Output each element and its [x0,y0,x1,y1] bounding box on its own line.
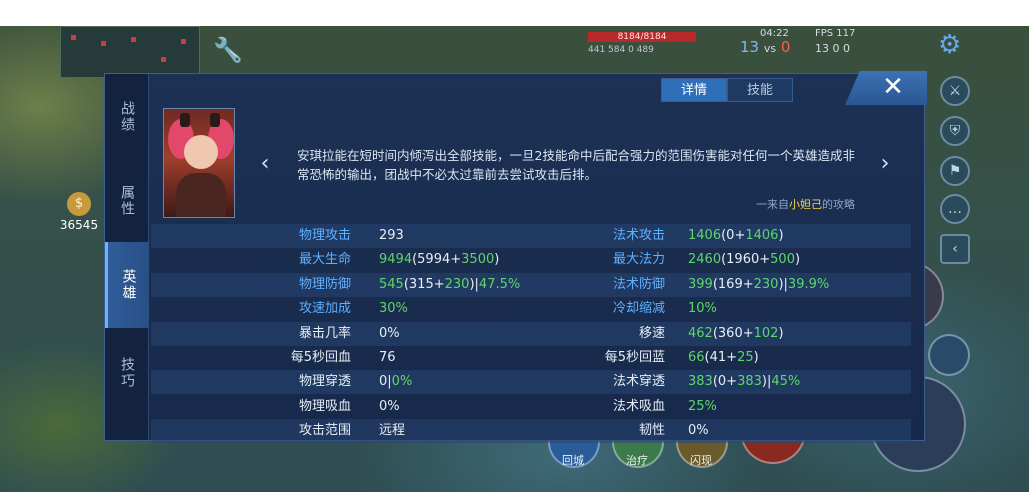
gold-value: 36545 [59,218,99,232]
stat-label: 攻速加成 [298,301,351,317]
kda-text: 441 584 0 489 [588,45,654,55]
minimap[interactable] [60,26,200,78]
tab-record[interactable]: 战绩 [105,74,149,160]
stat-value: 0% [688,423,709,439]
sword-icon[interactable]: ⚔ [940,76,970,106]
chat-icon[interactable]: … [940,194,970,224]
stat-label: 法术穿透 [612,374,665,390]
stat-value: 399(169+230)|39.9% [688,276,830,292]
guide-source: 一来自小妲己的攻略 [665,196,855,212]
stat-row: 物理吸血 0% 法术吸血 25% [151,395,911,419]
source-prefix: 一来自 [756,198,789,211]
hero-portrait [163,108,235,218]
score-left: 13 [740,38,760,56]
stat-value: 462(360+102) [688,325,784,341]
score-right: 0 [780,38,791,56]
chevron-left-icon[interactable]: ‹ [940,234,970,264]
minimap-marker [101,41,106,46]
stat-label: 移速 [638,325,665,341]
minimap-marker [71,35,76,40]
top-tab-bar: 详情 技能 [661,78,793,102]
stat-label: 物理防御 [298,276,351,292]
fps-counter: FPS 117 [815,28,856,39]
stat-row: 最大生命 9494(5994+3500) 最大法力 2460(1960+500) [151,248,911,272]
close-button[interactable]: ✕ [845,71,927,105]
tab-hero[interactable]: 英雄 [105,242,149,328]
recall-label: 回城 [562,454,584,467]
stat-row: 攻速加成 30% 冷却缩减 10% [151,297,911,321]
stat-row: 物理穿透 0|0% 法术穿透 383(0+383)|45% [151,370,911,395]
stat-value: 0|0% [379,374,413,390]
tab-tips[interactable]: 技巧 [105,330,149,416]
next-arrow-icon[interactable]: › [875,153,895,175]
stat-value: 0% [379,325,400,341]
stat-label: 物理穿透 [298,374,351,390]
flag-icon[interactable]: ⚑ [940,156,970,186]
stat-value: 293 [379,228,404,243]
heal-label: 治疗 [626,454,648,467]
gear-icon[interactable]: ⚙ [938,30,968,60]
stat-row: 物理攻击 293 法术攻击 1406(0+1406) [151,224,911,248]
wrench-icon[interactable]: 🔧 [213,36,243,66]
stat-value: 2460(1960+500) [688,252,801,268]
hero-description: 安琪拉能在短时间内倾泻出全部技能，一旦2技能命中后配合强力的范围伤害能对任何一个… [297,148,855,182]
stat-label: 物理攻击 [298,228,351,243]
flash-label: 闪现 [690,454,712,467]
stat-row: 暴击几率 0% 移速 462(360+102) [151,321,911,346]
score-vs: vs [763,42,777,55]
stat-value: 30% [379,301,408,317]
left-tab-bar: 战绩 属性 英雄 技巧 [105,74,149,440]
stat-value: 76 [379,350,396,365]
skill-button[interactable] [928,334,970,376]
minimap-marker [131,37,136,42]
stat-label: 每5秒回血 [290,350,351,365]
stat-value: 383(0+383)|45% [688,374,801,390]
kill-score: 13 vs 0 [740,38,790,56]
stat-label: 冷却缩减 [612,301,665,317]
stat-label: 暴击几率 [298,325,351,341]
stat-label: 物理吸血 [298,398,351,414]
stat-value: 远程 [379,423,406,439]
stat-label: 最大法力 [612,252,665,268]
gold-counter[interactable]: $ 36545 [50,192,108,232]
source-author[interactable]: 小妲己 [789,198,822,211]
stat-label: 法术攻击 [612,228,665,243]
tab-skills[interactable]: 技能 [727,78,793,102]
tab-attributes[interactable]: 属性 [105,158,149,244]
stat-row: 物理防御 545(315+230)|47.5% 法术防御 399(169+230)|3… [151,272,911,297]
stat-value: 9494(5994+3500) [379,252,500,268]
stat-label: 每5秒回蓝 [604,350,665,365]
hero-detail-panel: 战绩 属性 英雄 技巧 详情 技能 ✕ ‹ › 安琪拉能在短时间内倾泻出全部技能… [104,71,927,444]
stat-value: 545(315+230)|47.5% [379,276,521,292]
stat-value: 66(41+25) [688,350,759,365]
stat-value: 25% [688,398,717,414]
stat-label: 最大生命 [298,252,351,268]
money-bag-icon: $ [67,192,91,216]
stat-value: 1406(0+1406) [688,228,784,243]
prev-arrow-icon[interactable]: ‹ [255,153,275,175]
stat-row: 每5秒回血 76 每5秒回蓝 66(41+25) [151,346,911,370]
stat-row: 攻击范围 远程 韧性 0% [151,419,911,444]
stat-value: 10% [688,301,717,317]
tab-details[interactable]: 详情 [661,78,727,102]
stat-label: 韧性 [638,423,665,439]
shield-icon[interactable]: ⛨ [940,116,970,146]
source-suffix: 的攻略 [822,198,855,211]
stat-label: 攻击范围 [298,423,351,439]
stat-label: 法术吸血 [612,398,665,414]
minimap-marker [161,57,166,62]
stat-label: 法术防御 [612,276,665,292]
hp-bar: 8184/8184 [588,32,696,42]
stat-value: 0% [379,398,400,414]
minimap-marker [181,39,186,44]
player-stats-readout: 13 0 0 [815,42,850,55]
